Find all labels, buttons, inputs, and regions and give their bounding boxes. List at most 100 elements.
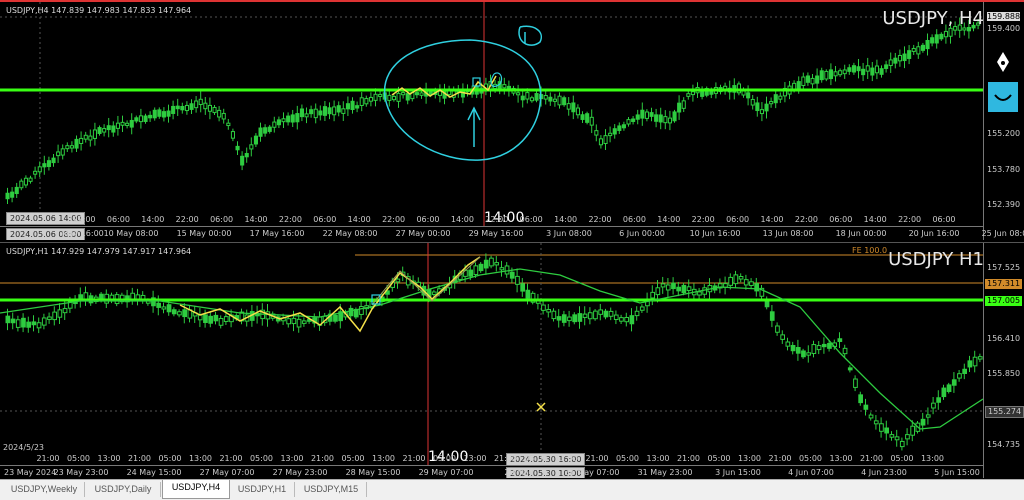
time-tick-label: 13:00 [829,454,853,463]
candle-body [129,119,134,128]
time-tick-label: 06:00 [416,215,440,224]
date-tick-label: 3 Jun 08:00 [546,229,592,238]
candle-body [847,67,852,72]
tab-h4[interactable]: USDJPY,H4 [162,480,230,499]
candle-body [419,92,424,96]
date-tick-label: 27 May 00:00 [395,229,451,238]
candle-body [223,316,229,322]
candle-body [171,309,177,315]
candle-body [428,91,433,95]
date-tick-label: 6 Jun 00:00 [619,229,665,238]
time-tick-label: 22:00 [485,215,509,224]
candle-body [911,47,916,52]
date-tick-label: 22 May 08:00 [322,229,378,238]
date-tick-label: 5 Jun 15:00 [934,468,980,477]
candle-body [888,59,893,67]
time-tick-label: 14:00 [863,215,887,224]
time-tick-label: 21:00 [859,454,884,463]
candle-body [235,145,240,151]
candle-body [624,316,629,323]
candle-body [230,131,235,139]
candle-body [161,111,166,118]
candle-body [936,397,941,403]
candle-body [74,138,79,149]
candle-body [551,310,557,320]
candle-body [88,135,93,141]
tab-h1[interactable]: USDJPY,H1 [230,482,295,497]
h4-candles[interactable] [0,2,983,226]
candle-body [509,271,515,279]
candle-body [37,166,42,173]
candle-body [897,54,903,62]
candle-body [639,306,645,311]
candle-body [333,314,338,322]
candle-body [437,90,442,96]
candle-body [525,289,531,299]
candle-body [296,318,302,328]
time-tick-label: 14:00 [244,215,268,224]
candle-body [702,287,707,295]
candle-body [348,307,354,317]
time-tick-label: 05:00 [615,454,640,463]
time-tick-label: 21:00 [676,454,701,463]
candle-body [249,144,254,150]
candle-body [106,125,111,131]
candle-body [62,308,68,314]
candle-body [180,106,185,111]
candle-body [31,321,37,326]
time-tick-label: 06:00 [829,215,853,224]
candle-body [749,281,754,287]
candle-body [258,127,263,137]
candle-body [728,276,733,286]
candle-body [301,320,307,324]
candle-body [355,105,360,109]
candle-body [97,127,102,134]
h4-price-axis[interactable]: 159.888 159.400 155.200 153.780 152.390 [983,2,1024,240]
time-tick-label: 13:00 [280,454,304,463]
tab-daily[interactable]: USDJPY,Daily [86,482,161,497]
candle-body [359,306,364,315]
candle-body [120,121,125,126]
smile-tool-icon[interactable] [988,82,1018,112]
candle-body [902,53,907,62]
h1-price-axis[interactable]: 157.525 157.311 157.005 156.410 155.850 … [983,243,1024,478]
h1-time-axis[interactable]: 2024.05.30 10:00 21:00 05:00 13:00 21:00 05:… [0,454,983,478]
h4-chart-pane[interactable]: USDJPY,H4 147.839 147.983 147.833 147.96… [0,0,1024,240]
candle-body [851,65,857,73]
candle-body [572,314,577,323]
tab-weekly[interactable]: USDJPY,Weekly [4,482,85,497]
candle-body [746,92,751,99]
candle-body [681,100,686,109]
time-tick-label: 06:00 [726,215,750,224]
h1-chart-pane[interactable]: USDJPY,H1 147.929 147.979 147.917 147.96… [0,242,1024,478]
h1-price-label: 156.410 [987,334,1021,343]
candle-body [587,312,593,320]
candle-body [46,160,52,168]
candle-body [801,350,806,358]
candle-body [575,107,581,116]
candle-body [42,163,47,168]
candle-body [504,265,510,275]
time-tick-label: 05:00 [249,454,274,463]
candle-body [529,97,535,102]
candle-body [567,316,572,322]
candle-body [790,345,796,352]
date-tick-label: 24 May 15:00 [126,468,182,477]
candle-body [15,319,21,328]
tab-m15[interactable]: USDJPY,M15 [296,482,367,497]
candle-body [253,135,258,145]
time-tick-label: 05:00 [66,454,91,463]
h1-candles[interactable] [0,243,983,465]
candle-body [175,105,180,110]
candle-body [395,278,401,283]
h4-time-axis[interactable]: 2024.05.06 08:00 22:00 06:00 14:00 22:00 06:… [0,215,1024,240]
candle-body [660,283,666,288]
candle-body [152,109,157,119]
candle-body [304,113,309,118]
pen-tool-icon[interactable] [988,48,1018,78]
candle-body [56,151,61,157]
candle-body [946,384,952,393]
candle-body [318,110,323,116]
candle-body [213,314,219,322]
candle-body [676,286,681,292]
